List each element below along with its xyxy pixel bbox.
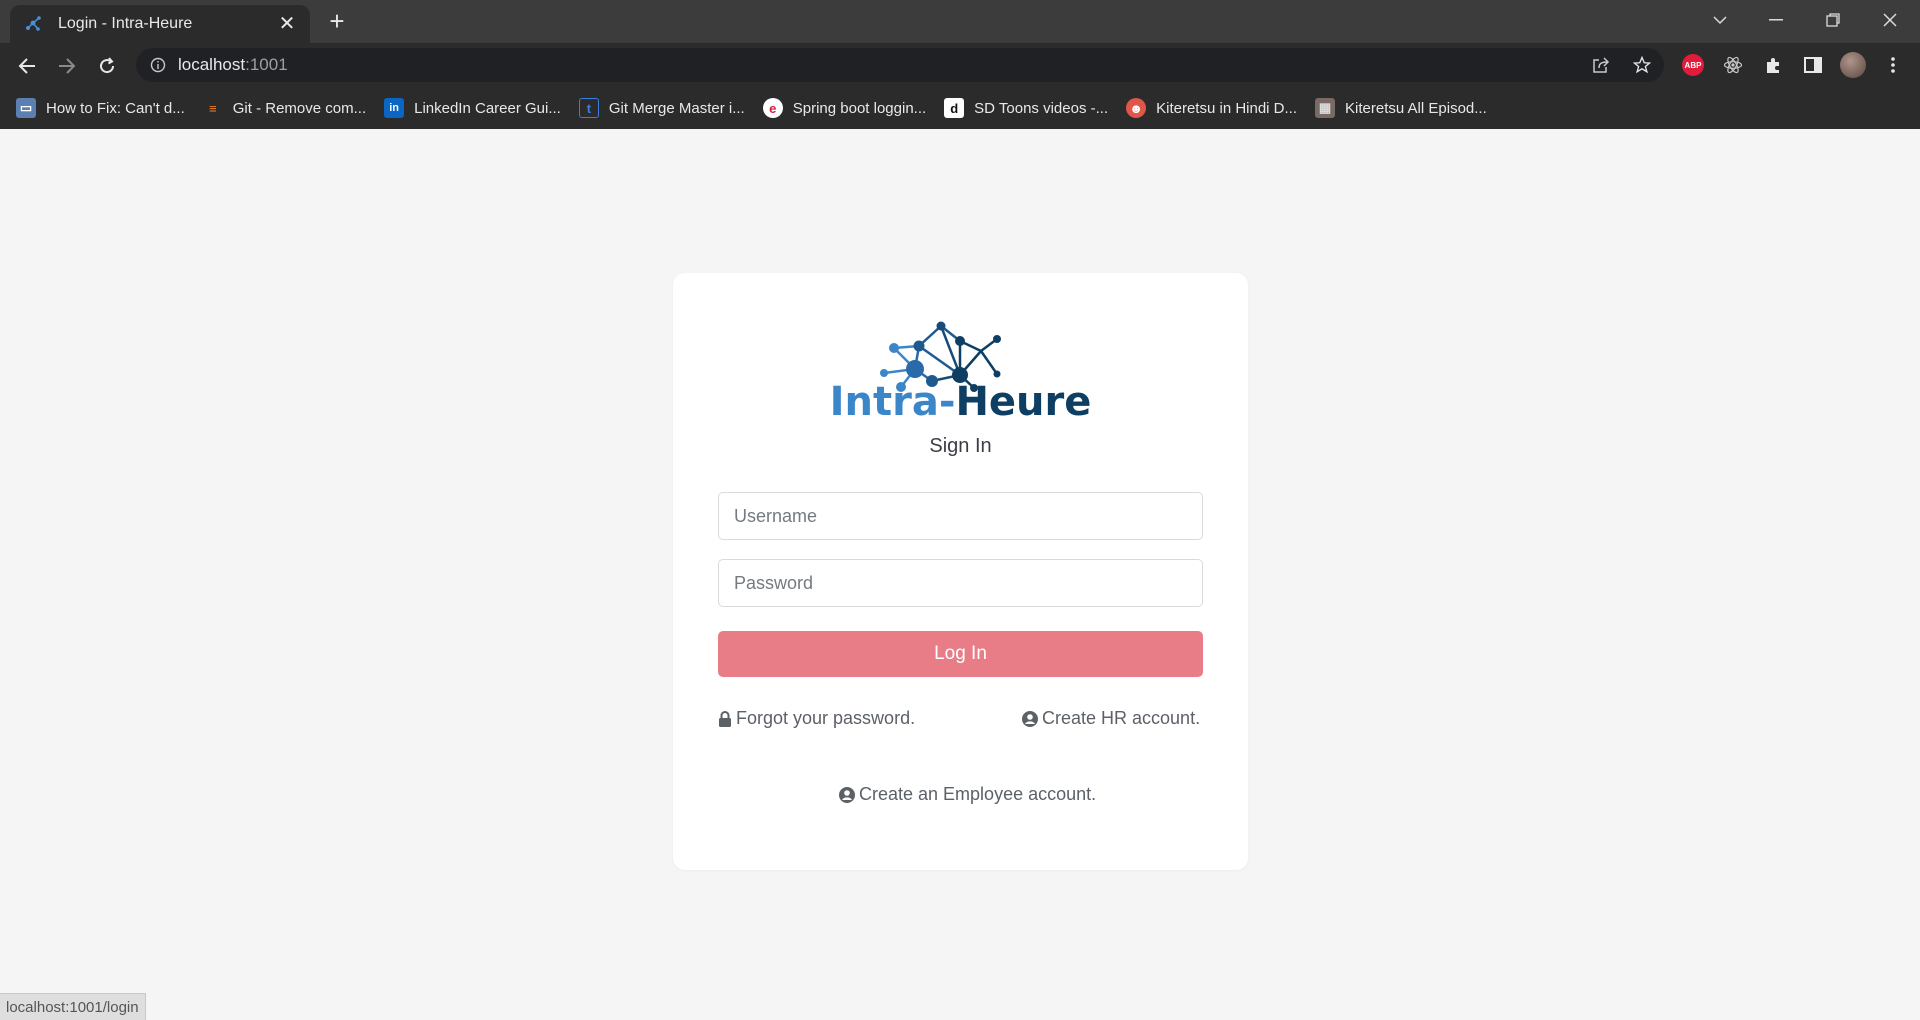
bookmark-label: Git - Remove com... (232, 99, 367, 117)
user-circle-icon (1022, 710, 1038, 727)
status-url-bar: localhost:1001/login (0, 993, 146, 1020)
bookmark-label: How to Fix: Can't d... (46, 99, 185, 117)
bookmark-label: SD Toons videos -... (974, 99, 1109, 117)
bookmark-item[interactable]: t Git Merge Master i... (578, 93, 745, 123)
restore-icon[interactable] (1813, 8, 1853, 32)
avatar (1840, 52, 1866, 78)
bookmark-item[interactable]: e Spring boot loggin... (762, 93, 927, 123)
tab-search-chevron-icon[interactable] (1700, 8, 1740, 32)
browser-toolbar: localhost:1001 ABP (0, 43, 1920, 87)
reload-icon[interactable] (93, 52, 121, 80)
share-icon[interactable] (1587, 51, 1615, 79)
page-content: Intra-Heure Sign In Log In Forgot your p… (0, 129, 1920, 1020)
bookmark-item[interactable]: ☻ Kiteretsu in Hindi D... (1126, 93, 1297, 123)
address-bar[interactable]: localhost:1001 (136, 48, 1664, 82)
brand-name-part1: Intra- (829, 379, 956, 425)
adblock-extension-icon[interactable]: ABP (1679, 51, 1707, 79)
stackoverflow-icon: ≡ (208, 100, 217, 116)
brand-name: Intra-Heure (673, 379, 1248, 425)
puzzle-extensions-icon[interactable] (1759, 51, 1787, 79)
create-hr-account-link[interactable]: Create HR account. (1022, 708, 1200, 729)
bookmarks-bar: ▭ How to Fix: Can't d... ≡ Git - Remove … (0, 87, 1920, 129)
bookmark-star-icon[interactable] (1628, 51, 1656, 79)
laptop-icon: ▭ (16, 98, 36, 118)
kebab-menu-icon[interactable] (1879, 51, 1907, 79)
react-devtools-icon[interactable] (1719, 51, 1747, 79)
back-arrow-icon[interactable] (13, 52, 41, 80)
bookmark-label: Kiteretsu in Hindi D... (1156, 99, 1298, 117)
login-card: Intra-Heure Sign In Log In Forgot your p… (673, 273, 1248, 870)
linkedin-icon: in (384, 98, 405, 118)
create-hr-label: Create HR account. (1042, 708, 1201, 728)
bookmark-label: Spring boot loggin... (792, 99, 927, 117)
browser-tab-active[interactable]: Login - Intra-Heure ✕ (10, 5, 310, 43)
profile-avatar[interactable] (1839, 51, 1867, 79)
password-input[interactable] (718, 559, 1203, 607)
new-tab-icon[interactable]: + (322, 8, 352, 34)
tab-title: Login - Intra-Heure (58, 15, 193, 32)
url-host: localhost (178, 55, 246, 74)
bookmark-item[interactable]: in LinkedIn Career Gui... (384, 93, 561, 123)
bookmark-label: LinkedIn Career Gui... (414, 99, 561, 117)
character-icon: ☻ (1126, 98, 1147, 118)
tab-strip: Login - Intra-Heure ✕ + (0, 0, 1920, 43)
login-button[interactable]: Log In (718, 631, 1203, 677)
forward-arrow-icon[interactable] (53, 52, 81, 80)
minimize-icon[interactable] (1756, 8, 1796, 32)
network-favicon-icon (26, 16, 41, 31)
e-icon: e (762, 98, 783, 118)
sign-in-heading: Sign In (929, 435, 992, 457)
bookmark-item[interactable]: ▦ Kiteretsu All Episod... (1315, 93, 1487, 123)
create-employee-label: Create an Employee account. (859, 784, 1097, 804)
d-icon: d (944, 98, 965, 118)
username-input[interactable] (718, 492, 1203, 540)
bookmark-item[interactable]: ▭ How to Fix: Can't d... (16, 93, 185, 123)
abp-badge: ABP (1682, 54, 1704, 76)
bookmark-label: Kiteretsu All Episod... (1345, 99, 1487, 117)
forgot-password-link[interactable]: Forgot your password. (718, 708, 915, 729)
user-circle-icon (839, 786, 855, 803)
bookmark-label: Git Merge Master i... (608, 99, 745, 117)
close-window-icon[interactable] (1870, 8, 1910, 32)
t-icon: t (578, 98, 599, 118)
url-port: :1001 (245, 55, 288, 74)
brand-name-part2: Heure (955, 379, 1092, 425)
bookmark-item[interactable]: ≡ Git - Remove com... (203, 93, 366, 123)
site-info-icon[interactable] (150, 57, 166, 73)
close-tab-icon[interactable]: ✕ (276, 14, 298, 34)
forgot-password-label: Forgot your password. (736, 708, 916, 728)
create-employee-account-link[interactable]: Create an Employee account. (839, 784, 1096, 805)
bookmark-item[interactable]: d SD Toons videos -... (944, 93, 1108, 123)
side-panel-icon[interactable] (1799, 51, 1827, 79)
pattern-icon: ▦ (1315, 98, 1336, 118)
lock-icon (719, 710, 731, 727)
